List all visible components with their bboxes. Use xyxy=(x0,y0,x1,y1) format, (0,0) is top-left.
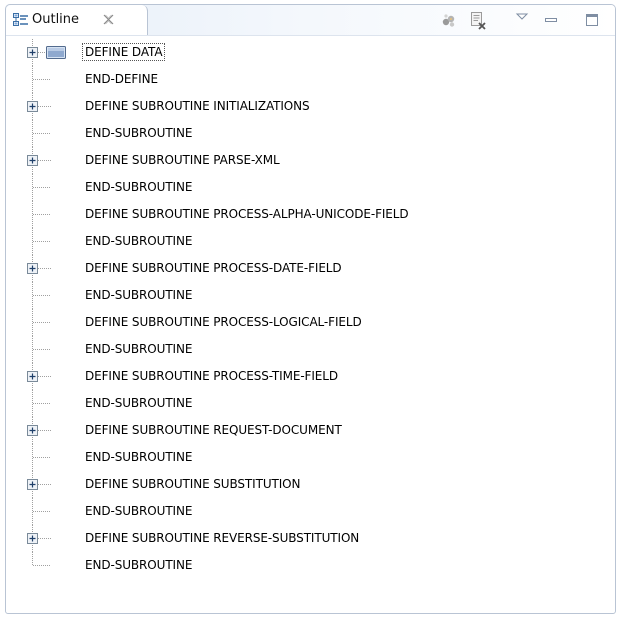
outline-view-icon xyxy=(13,13,28,26)
expand-plus-icon[interactable] xyxy=(27,533,38,544)
tree-item[interactable]: DEFINE DATA xyxy=(6,39,615,66)
tree-connector-line xyxy=(32,120,50,147)
expand-plus-icon[interactable] xyxy=(27,425,38,436)
tree-item-label: END-SUBROUTINE xyxy=(85,558,193,572)
view-header: Outline xyxy=(6,5,615,36)
tree-item-label: DEFINE SUBROUTINE PROCESS-TIME-FIELD xyxy=(85,369,339,383)
tab-outline[interactable]: Outline xyxy=(6,5,148,35)
tree-item-label: DEFINE SUBROUTINE PARSE-XML xyxy=(85,153,280,167)
tree-connector-line xyxy=(32,390,50,417)
view-menu-icon[interactable] xyxy=(513,10,533,30)
tree-item[interactable]: DEFINE SUBROUTINE PROCESS-LOGICAL-FIELD xyxy=(6,309,615,336)
expand-plus-icon[interactable] xyxy=(27,371,38,382)
tree-item[interactable]: END-SUBROUTINE xyxy=(6,228,615,255)
tree-item[interactable]: END-SUBROUTINE xyxy=(6,552,615,579)
data-block-icon xyxy=(46,46,66,59)
tree-item[interactable]: DEFINE SUBROUTINE REQUEST-DOCUMENT xyxy=(6,417,615,444)
collapse-filter-icon[interactable] xyxy=(468,10,488,30)
tree-item[interactable]: END-SUBROUTINE xyxy=(6,174,615,201)
tree-item-label: END-DEFINE xyxy=(85,72,158,86)
expand-plus-icon[interactable] xyxy=(27,101,38,112)
tree-item-label: END-SUBROUTINE xyxy=(85,504,193,518)
tree-item[interactable]: END-SUBROUTINE xyxy=(6,336,615,363)
tree-item[interactable]: DEFINE SUBROUTINE REVERSE-SUBSTITUTION xyxy=(6,525,615,552)
tree-item[interactable]: END-SUBROUTINE xyxy=(6,390,615,417)
tree-item[interactable]: END-SUBROUTINE xyxy=(6,282,615,309)
tree-item[interactable]: END-SUBROUTINE xyxy=(6,120,615,147)
expand-plus-icon[interactable] xyxy=(27,47,38,58)
tree-item[interactable]: DEFINE SUBROUTINE PROCESS-DATE-FIELD xyxy=(6,255,615,282)
tree-item-label: DEFINE SUBROUTINE REQUEST-DOCUMENT xyxy=(85,423,342,437)
tree-item[interactable]: DEFINE SUBROUTINE INITIALIZATIONS xyxy=(6,93,615,120)
tree-item-label: DEFINE SUBROUTINE REVERSE-SUBSTITUTION xyxy=(85,531,360,545)
tree-item-label: DEFINE SUBROUTINE PROCESS-DATE-FIELD xyxy=(85,261,342,275)
tree-item-label: DEFINE SUBROUTINE PROCESS-LOGICAL-FIELD xyxy=(85,315,362,329)
tree-connector-line xyxy=(32,498,50,525)
tree-item-label: DEFINE SUBROUTINE SUBSTITUTION xyxy=(85,477,301,491)
tree-item[interactable]: DEFINE SUBROUTINE PROCESS-TIME-FIELD xyxy=(6,363,615,390)
tree-connector-line xyxy=(32,66,50,93)
tree-connector-line xyxy=(32,174,50,201)
minimize-icon[interactable] xyxy=(541,10,561,30)
tree-item-label: DEFINE DATA xyxy=(81,43,166,61)
tree-item-label: END-SUBROUTINE xyxy=(85,180,193,194)
tree-item-label: END-SUBROUTINE xyxy=(85,126,193,140)
tree-item[interactable]: DEFINE SUBROUTINE PARSE-XML xyxy=(6,147,615,174)
tree-connector-line xyxy=(32,282,50,309)
tree-item-label: DEFINE SUBROUTINE INITIALIZATIONS xyxy=(85,99,310,113)
tree-item-label: END-SUBROUTINE xyxy=(85,288,193,302)
tree-item-label: END-SUBROUTINE xyxy=(85,234,193,248)
tree-item-label: DEFINE SUBROUTINE PROCESS-ALPHA-UNICODE-… xyxy=(85,207,409,221)
expand-plus-icon[interactable] xyxy=(27,263,38,274)
expand-plus-icon[interactable] xyxy=(27,155,38,166)
tree-connector-line xyxy=(32,336,50,363)
tree-item[interactable]: END-SUBROUTINE xyxy=(6,444,615,471)
tree-item[interactable]: DEFINE SUBROUTINE SUBSTITUTION xyxy=(6,471,615,498)
tree-item[interactable]: END-SUBROUTINE xyxy=(6,498,615,525)
tree-connector-line xyxy=(32,201,50,228)
tree-connector-line xyxy=(32,552,50,566)
tree-connector-line xyxy=(32,228,50,255)
tree-item-label: END-SUBROUTINE xyxy=(85,396,193,410)
expand-plus-icon[interactable] xyxy=(27,479,38,490)
outline-view: Outline DEFINE DATA END-DEFINE DEFINE SU… xyxy=(5,4,616,614)
tree-connector-line xyxy=(32,444,50,471)
tree-item[interactable]: DEFINE SUBROUTINE PROCESS-ALPHA-UNICODE-… xyxy=(6,201,615,228)
outline-tree: DEFINE DATA END-DEFINE DEFINE SUBROUTINE I… xyxy=(6,36,615,613)
tree-item[interactable]: END-DEFINE xyxy=(6,66,615,93)
maximize-icon[interactable] xyxy=(582,10,602,30)
close-icon[interactable] xyxy=(102,13,115,26)
tree-item-label: END-SUBROUTINE xyxy=(85,342,193,356)
view-title: Outline xyxy=(32,12,80,27)
tree-item-label: END-SUBROUTINE xyxy=(85,450,193,464)
tree-connector-line xyxy=(32,309,50,336)
hide-fields-icon[interactable] xyxy=(439,10,459,30)
